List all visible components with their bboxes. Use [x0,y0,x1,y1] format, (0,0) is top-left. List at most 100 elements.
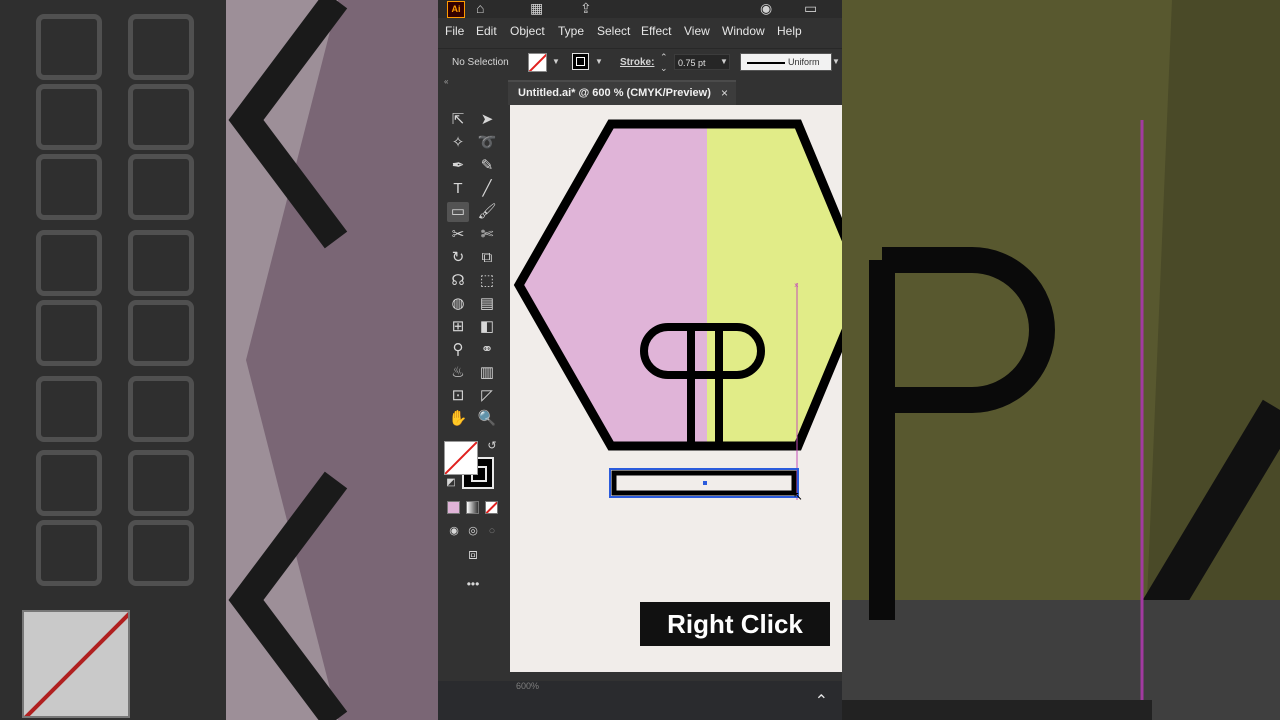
rotate-tool-icon[interactable]: ↻ [447,248,469,268]
blurred-tool-icon [128,154,194,220]
menu-window[interactable]: Window [722,24,765,38]
chevron-down-icon[interactable]: ▼ [832,57,840,66]
blurred-canvas [226,0,438,720]
type-tool-icon[interactable]: T [447,179,469,199]
blurred-toolbox [0,0,226,720]
column-graph-tool-icon[interactable]: ▥ [476,363,498,383]
direct-selection-tool-icon[interactable]: ➤ [476,110,498,130]
blurred-tool-icon [36,230,102,296]
mesh-tool-icon[interactable]: ⊞ [447,317,469,337]
blurred-tool-icon [128,450,194,516]
document-tab-title: Untitled.ai* @ 600 % (CMYK/Preview) [518,87,711,99]
screen-mode-icon[interactable]: ⧈ [462,545,484,565]
window-icon[interactable]: ▭ [804,0,817,16]
blurred-tool-icon [36,300,102,366]
profile-line-preview [747,62,785,64]
line-tool-icon[interactable]: ╱ [476,179,498,199]
chevron-down-icon[interactable]: ▼ [720,57,728,66]
rectangle-tool-icon[interactable]: ▭ [447,202,469,222]
perspective-grid-tool-icon[interactable]: ▤ [476,294,498,314]
scissors-tool-icon[interactable]: ✄ [476,225,498,245]
workspace-grid-icon[interactable]: ▦ [530,0,543,16]
cursor-icon: ↖ [793,489,803,503]
artboard-tool-icon[interactable]: ⊡ [447,386,469,406]
blurred-tool-icon [128,376,194,442]
selection-tool-icon[interactable]: ⇱ [447,110,469,130]
menu-object[interactable]: Object [510,24,545,38]
color-mode-swatch[interactable] [447,501,460,514]
tutorial-caption: Right Click [640,602,830,646]
blurred-tool-icon [36,520,102,586]
magic-wand-tool-icon[interactable]: ✧ [447,133,469,153]
hand-tool-icon[interactable]: ✋ [447,409,469,429]
artboard[interactable]: × ↖ Right Click [510,105,842,672]
hexagon-lime-half [707,124,842,446]
chevron-down-icon[interactable]: ▼ [552,57,560,66]
illustrator-window: Ai ⌂ ▦ ⇪ ◉ ▭ File Edit Object Type Selec… [438,0,842,720]
menu-bar: File Edit Object Type Select Effect View… [438,20,842,44]
menu-edit[interactable]: Edit [476,24,497,38]
curvature-tool-icon[interactable]: ✎ [476,156,498,176]
stepper-icon[interactable]: ⌃ ⌄ [660,52,668,74]
blurred-tool-icon [128,14,194,80]
control-bar: No Selection ▼ ▼ Stroke: ⌃ ⌄ 0.75 pt ▼ Un… [438,48,842,78]
swap-colors-icon[interactable]: ↺ [481,436,503,456]
menu-select[interactable]: Select [597,24,630,38]
slice-tool-icon[interactable]: ◸ [476,386,498,406]
eyedropper-tool-icon[interactable]: ⚲ [447,340,469,360]
more-tools-icon[interactable]: ••• [462,574,484,594]
user-search-icon[interactable]: ◉ [760,0,772,16]
variable-width-profile[interactable]: Uniform [740,53,832,71]
none-mode-swatch[interactable] [485,501,498,514]
blurred-hexagon-edge [228,0,438,720]
blurred-tool-icon [128,84,194,150]
menu-effect[interactable]: Effect [641,24,671,38]
gradient-tool-icon[interactable]: ◧ [476,317,498,337]
chevron-down-icon[interactable]: ▼ [595,57,603,66]
shaper-tool-icon[interactable]: ✂ [447,225,469,245]
blurred-logo-zoom [842,0,1280,720]
logo-artwork[interactable]: × ↖ [510,105,842,672]
gradient-mode-swatch[interactable] [466,501,479,514]
share-icon[interactable]: ⇪ [580,0,592,16]
menu-help[interactable]: Help [777,24,802,38]
blurred-tool-icon [128,520,194,586]
scale-tool-icon[interactable]: ⧉ [476,248,498,268]
fill-color-none[interactable] [444,441,478,475]
fill-swatch-none[interactable] [528,53,547,72]
zoom-level[interactable]: 600% [516,681,539,691]
app-logo: Ai [447,1,465,18]
free-transform-tool-icon[interactable]: ⬚ [476,271,498,291]
lasso-tool-icon[interactable]: ➰ [476,133,498,153]
blurred-tool-icon [36,14,102,80]
menu-file[interactable]: File [445,24,464,38]
document-tab-bar: Untitled.ai* @ 600 % (CMYK/Preview) × [508,77,842,105]
stroke-swatch[interactable] [572,53,589,70]
draw-inside-icon[interactable]: ○ [481,521,503,541]
zoom-tool-icon[interactable]: 🔍 [476,409,498,429]
menu-view[interactable]: View [684,24,710,38]
blurred-background-right [842,0,1280,720]
pen-tool-icon[interactable]: ✒ [447,156,469,176]
profile-label: Uniform [788,57,820,67]
paintbrush-tool-icon[interactable]: 🖌 [476,202,498,222]
collapse-panel-icon[interactable]: « [438,77,508,87]
menu-type[interactable]: Type [558,24,584,38]
default-colors-icon[interactable]: ◩ [440,473,462,493]
stroke-label[interactable]: Stroke: [620,57,654,69]
hexagon-pink-half [519,124,707,446]
symbol-sprayer-tool-icon[interactable]: ♨ [447,363,469,383]
document-tab[interactable]: Untitled.ai* @ 600 % (CMYK/Preview) × [508,80,736,105]
shape-builder-tool-icon[interactable]: ◍ [447,294,469,314]
warp-tool-icon[interactable]: ☊ [447,271,469,291]
blurred-tool-icon [36,450,102,516]
title-bar: Ai ⌂ ▦ ⇪ ◉ ▭ [438,0,842,18]
guide-anchor-mark: × [794,281,799,290]
status-bar: 600% ⌃ [438,681,842,720]
blend-tool-icon[interactable]: ⚭ [476,340,498,360]
blurred-tool-icon [36,376,102,442]
selection-status: No Selection [452,57,509,68]
chevron-up-icon[interactable]: ⌃ [815,691,828,711]
close-icon[interactable]: × [721,86,728,100]
home-icon[interactable]: ⌂ [476,0,484,16]
